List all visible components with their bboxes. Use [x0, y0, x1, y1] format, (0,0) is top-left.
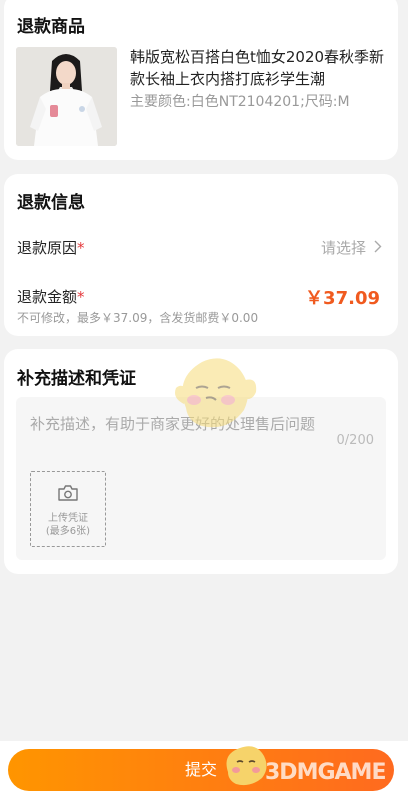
- refund-reason-value: 请选择: [320, 239, 366, 257]
- product-image[interactable]: [16, 47, 117, 146]
- chevron-right-icon: [374, 239, 382, 257]
- refund-reason-selector[interactable]: 请选择: [321, 237, 382, 258]
- char-count: 0/200: [336, 433, 374, 448]
- watermark-text: 3DMGAME: [265, 760, 386, 785]
- section-title-refund-info: 退款信息: [17, 193, 85, 213]
- section-title-refund-product: 退款商品: [17, 17, 85, 37]
- product-name[interactable]: 韩版宽松百搭白色t恤女2020春秋季新款长袖上衣内搭打底衫学生潮: [130, 46, 388, 90]
- refund-amount-hint: 不可修改，最多￥37.09，含发货邮费￥0.00: [17, 311, 259, 325]
- refund-reason-label-text: 退款原因: [17, 239, 78, 257]
- refund-reason-label: 退款原因*: [17, 237, 85, 258]
- camera-icon: [57, 484, 79, 506]
- refund-amount-value: ￥37.09: [305, 288, 380, 309]
- upload-proof-label: 上传凭证 (最多6张): [46, 512, 90, 538]
- required-mark: *: [77, 239, 85, 257]
- refund-amount-label: 退款金额*: [17, 286, 85, 307]
- upload-proof-button[interactable]: 上传凭证 (最多6张): [30, 471, 106, 547]
- mascot-watermark: [168, 348, 260, 444]
- upload-label-line2: (最多6张): [45, 526, 91, 537]
- section-title-description: 补充描述和凭证: [17, 369, 136, 389]
- upload-label-line1: 上传凭证: [47, 513, 88, 524]
- refund-product-card: 退款商品 韩版宽松百搭白色t恤女2020春秋季新款长袖上衣内搭打底衫学生潮 主要…: [4, 0, 398, 160]
- required-mark: *: [77, 288, 85, 306]
- product-spec: 主要颜色:白色NT2104201;尺码:M: [130, 94, 350, 110]
- refund-amount-label-text: 退款金额: [17, 288, 78, 306]
- refund-info-card: 退款信息 退款原因* 请选择 退款金额* ￥37.09 不可修改，最多￥37.0…: [4, 174, 398, 336]
